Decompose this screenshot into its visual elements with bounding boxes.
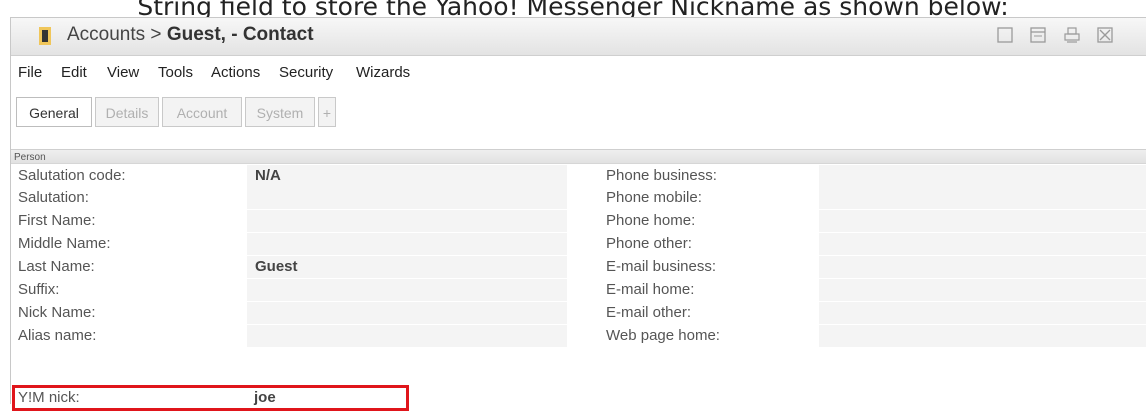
contact-window: Accounts > Guest, - Contact File Edit Vi… [10,17,1146,404]
window-title: Accounts > Guest, - Contact [67,24,314,46]
print-icon[interactable] [1064,27,1080,43]
field-label: E-mail other: [606,304,692,321]
form-row: Suffix: [11,279,571,301]
highlight-box [12,385,409,411]
email-other-field[interactable] [819,302,1146,324]
phone-home-field[interactable] [819,210,1146,232]
tab-details[interactable]: Details [95,97,159,127]
field-label: Last Name: [18,258,95,275]
salutation-field[interactable] [247,187,567,209]
form-row: Alias name: [11,325,571,347]
title-record: Guest, - Contact [166,24,314,45]
field-label: Alias name: [18,327,97,344]
salutation-code-field[interactable]: N/A [247,165,567,187]
form-row: Phone business: [601,165,1146,187]
menu-file[interactable]: File [18,64,42,81]
menu-view[interactable]: View [107,64,139,81]
menu-wizards[interactable]: Wizards [356,64,410,81]
first-name-field[interactable] [247,210,567,232]
phone-business-field[interactable] [819,165,1146,187]
add-tab-button[interactable]: + [318,97,336,127]
minimize-icon[interactable] [997,27,1013,43]
tab-general[interactable]: General [16,97,92,127]
maximize-icon[interactable] [1030,27,1046,43]
last-name-field[interactable]: Guest [247,256,567,278]
form-row: First Name: [11,210,571,232]
menu-security[interactable]: Security [279,64,333,81]
form-row: Salutation: [11,187,571,209]
field-label: Nick Name: [18,304,96,321]
form-row: E-mail home: [601,279,1146,301]
form-row: Phone mobile: [601,187,1146,209]
menu-tools[interactable]: Tools [158,64,193,81]
form-row: Web page home: [601,325,1146,347]
email-home-field[interactable] [819,279,1146,301]
field-label: Phone business: [606,167,717,184]
menu-bar: File Edit View Tools Actions Security Wi… [11,56,1146,92]
form-row: Phone other: [601,233,1146,255]
field-label: Phone other: [606,235,692,252]
form-row: Phone home: [601,210,1146,232]
tab-system[interactable]: System [245,97,315,127]
group-header-person: Person [11,149,1146,164]
middle-name-field[interactable] [247,233,567,255]
field-label: First Name: [18,212,96,229]
field-label: E-mail business: [606,258,717,275]
title-prefix: Accounts > [67,24,167,45]
title-bar: Accounts > Guest, - Contact [11,18,1146,56]
form-row: Last Name: Guest [11,256,571,278]
form-row: Salutation code: N/A [11,165,571,187]
web-page-home-field[interactable] [819,325,1146,347]
form-row: E-mail other: [601,302,1146,324]
field-label: Salutation: [18,189,89,206]
form-row: E-mail business: [601,256,1146,278]
phone-other-field[interactable] [819,233,1146,255]
field-label: Salutation code: [18,167,126,184]
suffix-field[interactable] [247,279,567,301]
field-label: Suffix: [18,281,60,298]
field-label: Middle Name: [18,235,111,252]
contact-icon [39,27,51,45]
field-label: Phone home: [606,212,696,229]
tab-account[interactable]: Account [162,97,242,127]
menu-edit[interactable]: Edit [61,64,87,81]
tab-strip: General Details Account System + [11,92,1146,134]
field-label: Web page home: [606,327,720,344]
email-business-field[interactable] [819,256,1146,278]
field-label: E-mail home: [606,281,695,298]
phone-mobile-field[interactable] [819,187,1146,209]
form-row: Nick Name: [11,302,571,324]
close-icon[interactable] [1097,27,1113,43]
field-label: Phone mobile: [606,189,702,206]
nick-name-field[interactable] [247,302,567,324]
alias-name-field[interactable] [247,325,567,347]
menu-actions[interactable]: Actions [211,64,260,81]
form-row: Middle Name: [11,233,571,255]
